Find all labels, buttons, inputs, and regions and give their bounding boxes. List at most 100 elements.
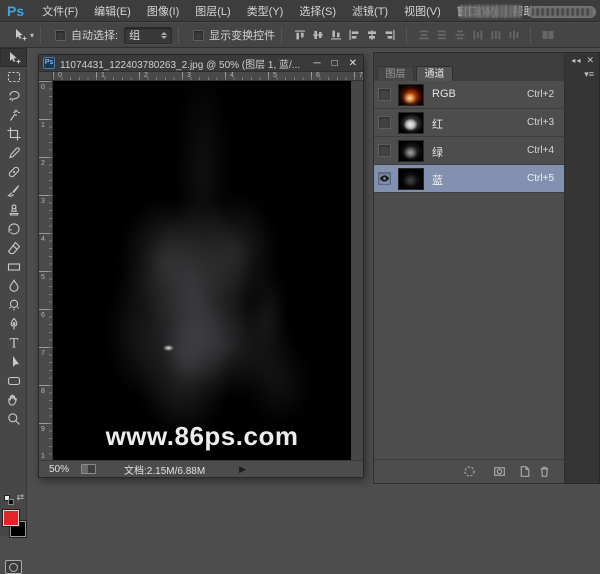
align-bottom-edges-icon[interactable] — [328, 28, 343, 43]
ruler-number: 5 — [41, 274, 45, 281]
eye-icon — [379, 174, 390, 183]
visibility-toggle[interactable] — [378, 88, 391, 101]
menu-view[interactable]: 视图(V) — [396, 3, 449, 19]
panel-menu-button[interactable]: ▾≡ — [584, 69, 594, 80]
distribute-top-edges-icon[interactable] — [416, 28, 431, 43]
menu-edit[interactable]: 编辑(E) — [86, 3, 139, 19]
channel-thumbnail[interactable] — [398, 84, 424, 106]
channel-name: 绿 — [432, 144, 443, 160]
align-horizontal-centers-icon[interactable] — [364, 28, 379, 43]
eyedropper-tool[interactable] — [0, 143, 27, 162]
auto-select-target-value: 组 — [129, 27, 140, 43]
panel-close-button[interactable]: ✕ — [586, 55, 595, 65]
menu-select[interactable]: 选择(S) — [291, 3, 344, 19]
swap-colors-icon[interactable]: ⇄ — [16, 492, 24, 503]
channel-row-rgb[interactable]: RGB Ctrl+2 — [374, 81, 564, 109]
minimize-button[interactable]: ─ — [313, 55, 320, 72]
hand-tool[interactable] — [0, 390, 27, 409]
auto-align-layers-icon[interactable] — [540, 28, 555, 43]
align-vertical-centers-icon[interactable] — [310, 28, 325, 43]
menu-bar: Ps 文件(F) 编辑(E) 图像(I) 图层(L) 类型(Y) 选择(S) 滤… — [0, 0, 600, 22]
chevron-down-icon: ▾ — [30, 31, 34, 40]
quick-mask-mode-button[interactable] — [5, 560, 22, 574]
channel-thumbnail[interactable] — [398, 112, 424, 134]
ruler-number: 5 — [273, 72, 277, 79]
status-expand-icon[interactable]: ▶ — [239, 464, 246, 475]
history-brush-tool[interactable] — [0, 219, 27, 238]
distribute-vertical-centers-icon[interactable] — [434, 28, 449, 43]
menu-file[interactable]: 文件(F) — [34, 3, 86, 19]
channel-row-red[interactable]: 红 Ctrl+3 — [374, 109, 564, 137]
document-status-bar: 50% 文档:2.15M/6.88M ▶ — [39, 460, 363, 477]
document-title: 11074431_122403780263_2.jpg @ 50% (图层 1,… — [60, 56, 300, 71]
canvas[interactable]: www.86ps.com — [53, 81, 351, 460]
pen-tool[interactable] — [0, 314, 27, 333]
ruler-number: 6 — [41, 312, 45, 319]
distribute-right-edges-icon[interactable] — [506, 28, 521, 43]
distribute-bottom-edges-icon[interactable] — [452, 28, 467, 43]
ruler-number: 0 — [58, 72, 62, 79]
move-tool-icon — [12, 27, 28, 43]
tab-channels[interactable]: 通道 — [416, 66, 453, 81]
blur-tool[interactable] — [0, 276, 27, 295]
auto-select-target-dropdown[interactable]: 组 — [124, 27, 172, 44]
zoom-level-field[interactable]: 50% — [49, 464, 69, 475]
photoshop-window: Ps 文件(F) 编辑(E) 图像(I) 图层(L) 类型(Y) 选择(S) 滤… — [0, 0, 600, 536]
channel-shortcut: Ctrl+5 — [527, 173, 554, 184]
create-new-channel-button[interactable] — [517, 464, 533, 480]
brush-tool[interactable] — [0, 181, 27, 200]
align-top-edges-icon[interactable] — [292, 28, 307, 43]
smoke-image — [53, 81, 351, 460]
path-selection-tool[interactable] — [0, 352, 27, 371]
eraser-tool[interactable] — [0, 238, 27, 257]
gradient-tool[interactable] — [0, 257, 27, 276]
menu-layer[interactable]: 图层(L) — [187, 3, 238, 19]
visibility-toggle[interactable] — [378, 144, 391, 157]
auto-select-label: 自动选择: — [71, 27, 118, 43]
channel-list: RGB Ctrl+2 红 Ctrl+3 绿 Ctrl+4 — [374, 81, 564, 193]
type-tool[interactable]: T — [0, 333, 27, 352]
delete-channel-button[interactable] — [537, 464, 553, 480]
align-left-edges-icon[interactable] — [346, 28, 361, 43]
svg-text:T: T — [9, 336, 18, 351]
channel-thumbnail[interactable] — [398, 140, 424, 162]
channel-row-green[interactable]: 绿 Ctrl+4 — [374, 137, 564, 165]
zoom-tool[interactable] — [0, 409, 27, 428]
distribute-horizontal-centers-icon[interactable] — [488, 28, 503, 43]
move-tool-preset[interactable]: ▾ — [12, 27, 34, 43]
spot-healing-brush-tool[interactable] — [0, 162, 27, 181]
dodge-tool[interactable] — [0, 295, 27, 314]
channel-thumbnail[interactable] — [398, 168, 424, 190]
ruler-number: 2 — [144, 72, 148, 79]
align-right-edges-icon[interactable] — [382, 28, 397, 43]
menu-type[interactable]: 类型(Y) — [239, 3, 292, 19]
quick-selection-tool[interactable] — [0, 105, 27, 124]
tab-layers[interactable]: 图层 — [377, 66, 414, 81]
menu-image[interactable]: 图像(I) — [139, 3, 187, 19]
distribute-left-edges-icon[interactable] — [470, 28, 485, 43]
rectangular-marquee-tool[interactable] — [0, 67, 27, 86]
ruler-number: 4 — [41, 236, 45, 243]
move-tool[interactable] — [0, 48, 27, 67]
load-channel-as-selection-button[interactable] — [462, 464, 478, 480]
channel-shortcut: Ctrl+3 — [527, 117, 554, 128]
auto-select-checkbox[interactable] — [55, 30, 66, 41]
clone-stamp-tool[interactable] — [0, 200, 27, 219]
document-title-bar[interactable]: Ps 11074431_122403780263_2.jpg @ 50% (图层… — [39, 55, 363, 72]
visibility-toggle[interactable] — [378, 172, 391, 185]
scratch-sizes-icon — [81, 464, 96, 474]
crop-tool[interactable] — [0, 124, 27, 143]
lasso-tool[interactable] — [0, 86, 27, 105]
channel-row-blue[interactable]: 蓝 Ctrl+5 — [374, 165, 564, 193]
close-button[interactable]: ✕ — [349, 55, 357, 72]
save-selection-as-channel-button[interactable] — [492, 464, 508, 480]
show-transform-checkbox[interactable] — [193, 30, 204, 41]
visibility-toggle[interactable] — [378, 116, 391, 129]
maximize-button[interactable]: □ — [332, 55, 338, 72]
rectangle-shape-tool[interactable] — [0, 371, 27, 390]
menu-filter[interactable]: 滤镜(T) — [344, 3, 396, 19]
foreground-color-swatch[interactable] — [3, 510, 19, 526]
divider — [40, 27, 41, 44]
collapse-to-icons-button[interactable]: ◂◂ — [571, 56, 581, 65]
panel-button-bar — [374, 459, 564, 483]
